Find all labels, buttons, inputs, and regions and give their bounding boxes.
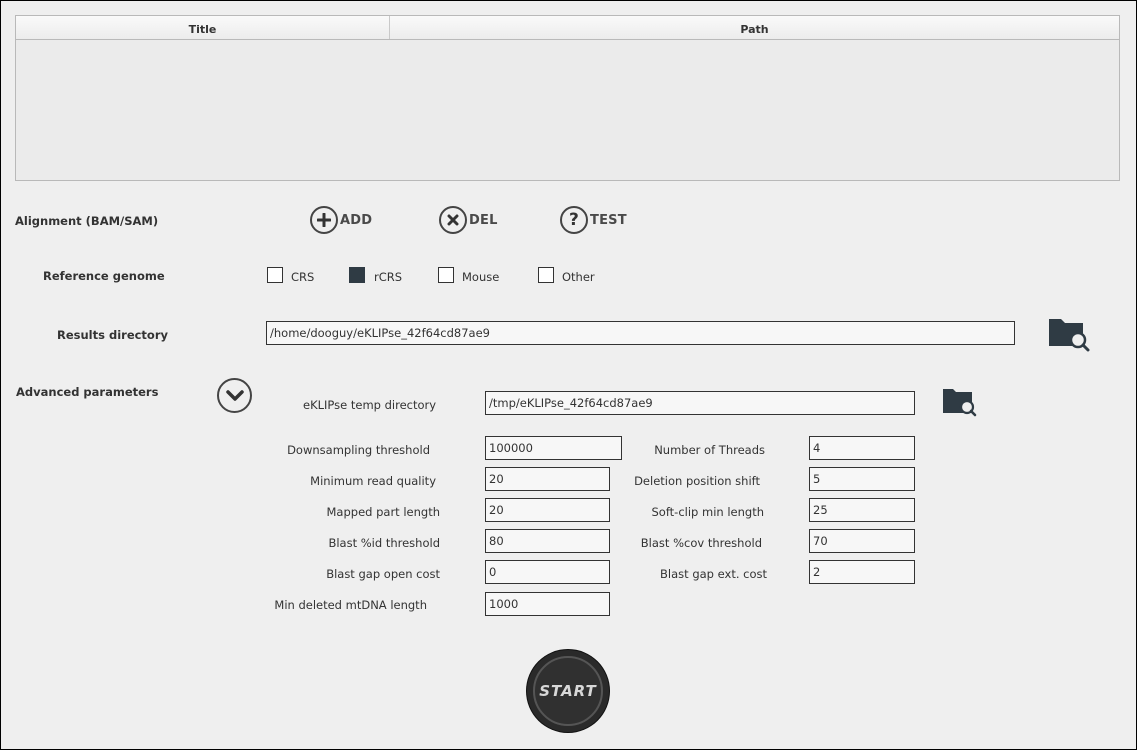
toggle-advanced-button[interactable] — [217, 378, 252, 413]
min-deleted-mtdna-length-input[interactable] — [485, 592, 610, 616]
number-of-threads-input[interactable] — [809, 436, 915, 460]
start-button-ring: START — [533, 656, 603, 726]
checkbox-mouse-label: Mouse — [462, 270, 500, 284]
checkbox-crs-label: CRS — [291, 270, 315, 284]
blast-gap-open-cost-input[interactable] — [485, 560, 610, 584]
soft-clip-min-length-input[interactable] — [809, 498, 915, 522]
downsampling-threshold-label: Downsampling threshold — [287, 443, 430, 457]
test-button[interactable]: ? TEST — [560, 206, 627, 234]
blast-id-threshold-input[interactable] — [485, 529, 610, 553]
blast-gap-ext-cost-label: Blast gap ext. cost — [660, 567, 767, 581]
blast-gap-ext-cost-input[interactable] — [809, 560, 915, 584]
reference-genome-label: Reference genome — [43, 269, 165, 283]
min-read-quality-input[interactable] — [485, 467, 610, 491]
alignment-files-table[interactable]: Title Path — [15, 15, 1120, 181]
start-button-label: START — [539, 682, 597, 700]
plus-icon — [310, 206, 338, 234]
alignment-label: Alignment (BAM/SAM) — [15, 214, 159, 228]
temp-directory-input[interactable] — [485, 391, 915, 415]
checkbox-rcrs[interactable] — [349, 267, 365, 283]
column-header-path[interactable]: Path — [390, 16, 1119, 39]
deletion-position-shift-input[interactable] — [809, 467, 915, 491]
soft-clip-min-length-label: Soft-clip min length — [651, 505, 764, 519]
add-button-label: ADD — [340, 212, 373, 228]
blast-id-threshold-label: Blast %id threshold — [328, 536, 440, 550]
checkbox-other[interactable] — [538, 267, 554, 283]
table-header: Title Path — [16, 16, 1119, 40]
test-button-label: TEST — [590, 212, 627, 228]
checkbox-crs[interactable] — [267, 267, 283, 283]
number-of-threads-label: Number of Threads — [654, 443, 765, 457]
checkbox-other-label: Other — [562, 270, 595, 284]
blast-gap-open-cost-label: Blast gap open cost — [326, 567, 440, 581]
mapped-part-length-input[interactable] — [485, 498, 610, 522]
mapped-part-length-label: Mapped part length — [326, 505, 441, 519]
delete-button-label: DEL — [469, 212, 498, 228]
downsampling-threshold-input[interactable] — [485, 436, 622, 460]
results-directory-input[interactable] — [266, 321, 1015, 345]
browse-results-button[interactable] — [1048, 316, 1090, 352]
question-icon: ? — [560, 206, 588, 234]
column-header-title[interactable]: Title — [16, 16, 390, 39]
x-icon — [439, 206, 467, 234]
blast-cov-threshold-input[interactable] — [809, 529, 915, 553]
min-read-quality-label: Minimum read quality — [310, 474, 436, 488]
advanced-parameters-label: Advanced parameters — [16, 385, 159, 399]
chevron-down-icon — [225, 389, 244, 401]
blast-cov-threshold-label: Blast %cov threshold — [640, 536, 762, 550]
browse-temp-button[interactable] — [942, 386, 978, 418]
add-button[interactable]: ADD — [310, 206, 372, 234]
start-button[interactable]: START — [527, 650, 609, 732]
folder-search-icon — [943, 389, 977, 417]
folder-search-icon — [1049, 319, 1090, 352]
deletion-position-shift-label: Deletion position shift — [634, 474, 760, 488]
results-directory-label: Results directory — [57, 328, 169, 342]
temp-directory-label: eKLIPse temp directory — [303, 398, 437, 412]
min-deleted-mtdna-length-label: Min deleted mtDNA length — [274, 598, 427, 612]
checkbox-mouse[interactable] — [438, 267, 454, 283]
checkbox-rcrs-label: rCRS — [374, 270, 403, 284]
delete-button[interactable]: DEL — [439, 206, 498, 234]
